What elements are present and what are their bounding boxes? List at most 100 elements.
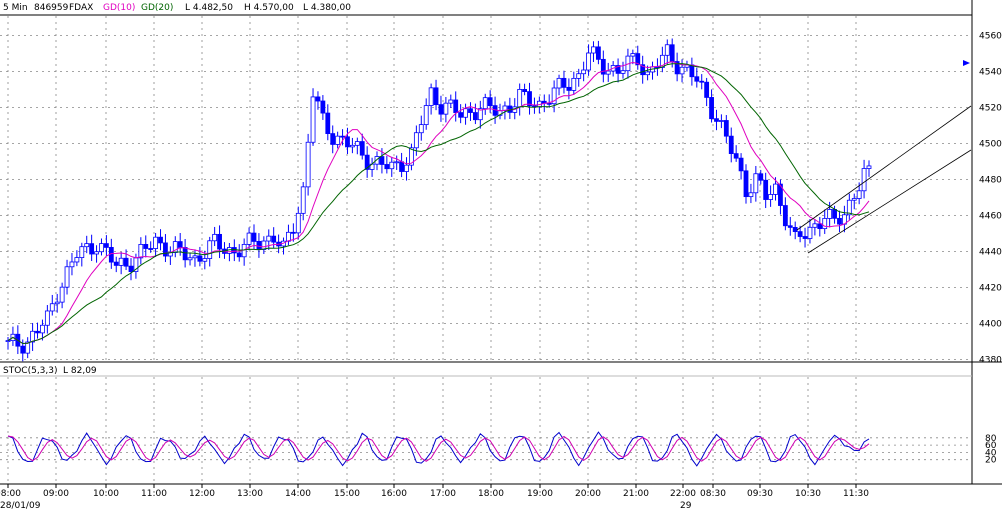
last-label: L 4.380,00 bbox=[303, 3, 351, 13]
stoch-tick-label: 20 bbox=[985, 456, 997, 466]
candle-body bbox=[832, 209, 837, 219]
candle-body bbox=[738, 157, 744, 172]
candle-body bbox=[143, 244, 149, 249]
candle-body bbox=[807, 226, 813, 239]
candle-body bbox=[664, 44, 670, 56]
candle-body bbox=[290, 231, 296, 234]
candle-body bbox=[320, 100, 326, 114]
stoch-label: STOC(5,3,3) bbox=[3, 366, 58, 376]
candle-body bbox=[866, 165, 872, 169]
candle-body bbox=[99, 243, 104, 253]
time-tick-label: 12:00 bbox=[189, 489, 215, 499]
time-tick-label: 10:30 bbox=[795, 489, 821, 499]
candle-body bbox=[605, 70, 611, 75]
price-tick-label: 4440 bbox=[979, 248, 1002, 258]
candle-body bbox=[246, 232, 252, 245]
candle-body bbox=[768, 194, 773, 200]
chart-canvas: 4560 4540 4520 4500 4480 4460 4440 4420 4400 4380… bbox=[0, 0, 1002, 511]
candle-body bbox=[699, 80, 705, 83]
candle-body bbox=[566, 86, 572, 91]
candle-body bbox=[177, 241, 183, 248]
candle-body bbox=[714, 118, 719, 122]
ma10-label: GD(10) bbox=[103, 3, 135, 13]
candle-body bbox=[5, 340, 11, 343]
candle-body bbox=[335, 135, 341, 145]
candle-body bbox=[266, 235, 272, 242]
candle-body bbox=[89, 243, 95, 255]
candle-body bbox=[404, 164, 409, 172]
candle-body bbox=[69, 261, 75, 268]
candle-body bbox=[325, 112, 331, 134]
time-tick-label: 08:30 bbox=[700, 489, 726, 499]
price-tick-label: 4560 bbox=[979, 32, 1002, 42]
price-tick-label: 4480 bbox=[979, 176, 1002, 186]
candle-body bbox=[773, 183, 778, 195]
candle-body bbox=[384, 164, 390, 170]
price-axis: 4560 4540 4520 4500 4480 4460 4440 4420 4400 4380 bbox=[979, 32, 1002, 366]
candle-body bbox=[315, 96, 321, 102]
candle-body bbox=[822, 218, 828, 230]
candle-body bbox=[54, 301, 60, 305]
candle-body bbox=[448, 99, 454, 104]
candle-body bbox=[758, 173, 764, 181]
time-axis: 08:00 09:00 10:00 11:00 12:00 13:00 14:00 15:00… bbox=[0, 484, 869, 511]
candle-body bbox=[546, 102, 552, 105]
candle-body bbox=[286, 231, 291, 242]
candle-body bbox=[79, 246, 85, 258]
stoch-axis: 80604020 bbox=[985, 434, 997, 466]
candle-body bbox=[207, 240, 213, 259]
candle-body bbox=[251, 232, 257, 242]
candle-body bbox=[792, 227, 798, 233]
candle-body bbox=[851, 198, 857, 201]
candle-body bbox=[423, 105, 429, 126]
ma20-label: GD(20) bbox=[141, 3, 173, 13]
candle-body bbox=[148, 248, 154, 250]
candle-body bbox=[399, 161, 405, 172]
candle-body bbox=[482, 97, 488, 110]
price-tick-label: 4420 bbox=[979, 284, 1002, 294]
candle-body bbox=[349, 144, 355, 148]
candle-body bbox=[271, 235, 277, 243]
candle-body bbox=[679, 66, 685, 75]
candle-body bbox=[118, 257, 124, 266]
candle-body bbox=[64, 266, 70, 288]
candle-body bbox=[212, 233, 218, 242]
stoch-header: STOC(5,3,3) L 82,09 bbox=[3, 366, 97, 376]
candle-body bbox=[256, 241, 262, 250]
candle-body bbox=[138, 244, 144, 259]
symbol-label: FDAX bbox=[69, 3, 93, 13]
moving-averages bbox=[7, 61, 870, 345]
candle-body bbox=[389, 161, 395, 170]
candle-body bbox=[59, 286, 65, 303]
price-tick-label: 4460 bbox=[979, 212, 1002, 222]
candle-body bbox=[231, 247, 237, 254]
candle-body bbox=[182, 247, 188, 261]
price-tick-label: 4540 bbox=[979, 68, 1002, 78]
candle-body bbox=[487, 97, 493, 107]
candle-body bbox=[330, 133, 336, 145]
ma10-line bbox=[7, 61, 870, 345]
candle-body bbox=[217, 233, 222, 250]
stochastic-lines bbox=[7, 431, 870, 467]
time-tick-label: 19:00 bbox=[527, 489, 553, 499]
candle-body bbox=[340, 135, 345, 138]
candle-body bbox=[394, 161, 400, 164]
candle-body bbox=[413, 132, 419, 149]
candle-body bbox=[856, 190, 862, 199]
candle-body bbox=[861, 168, 867, 192]
candle-body bbox=[556, 77, 562, 89]
candle-body bbox=[20, 345, 26, 354]
stoch-d-line bbox=[7, 435, 870, 462]
price-tick-label: 4400 bbox=[979, 320, 1002, 330]
candle-body bbox=[128, 265, 134, 273]
candle-body bbox=[743, 170, 749, 198]
candle-body bbox=[586, 52, 591, 71]
candle-body bbox=[576, 73, 582, 79]
time-tick-label: 10:00 bbox=[93, 489, 119, 499]
price-tick-label: 4500 bbox=[979, 140, 1002, 150]
interval-label: 5 Min bbox=[3, 3, 28, 13]
time-tick-label: 20:00 bbox=[575, 489, 601, 499]
candle-body bbox=[782, 205, 788, 227]
low-label: L 4.482,50 bbox=[185, 3, 233, 13]
candle-body bbox=[187, 257, 193, 261]
